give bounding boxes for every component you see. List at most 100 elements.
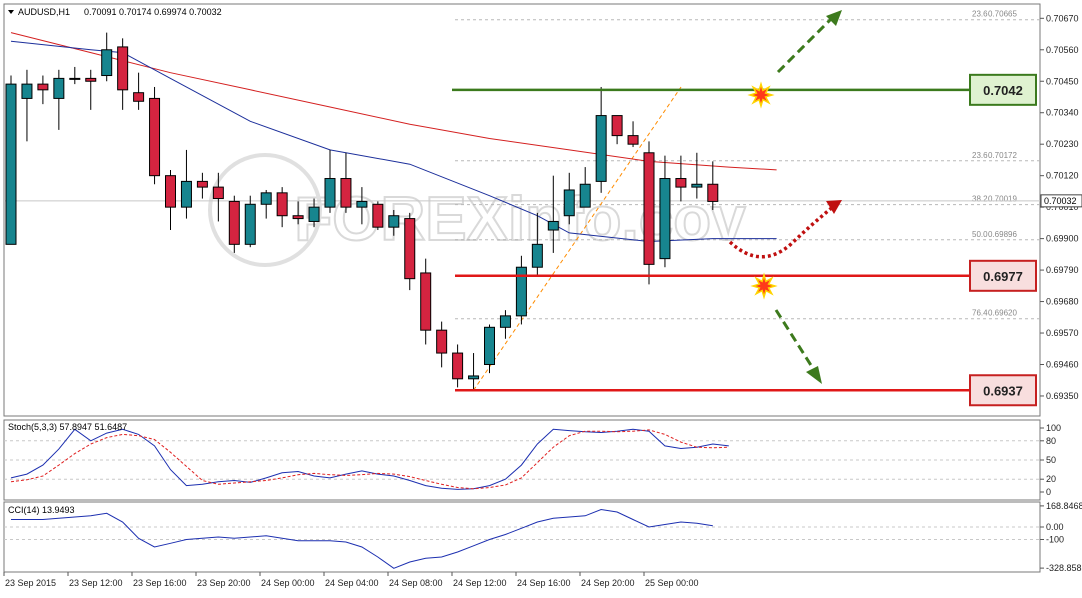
- candle-body: [579, 183, 591, 208]
- price-tick-label: 0.70450: [1046, 76, 1079, 86]
- stochastic-tick-label: 80: [1046, 436, 1056, 446]
- candle-body: [101, 49, 113, 77]
- candle-body: [340, 178, 352, 208]
- candle-body: [212, 186, 224, 200]
- candle-body: [484, 326, 495, 365]
- fib-level-label: 50.0: [972, 230, 988, 239]
- fib-level-price: 0.70172: [988, 151, 1017, 160]
- fib-level-label: 23.6: [972, 10, 988, 19]
- candle-body: [499, 315, 511, 328]
- candle-body: [388, 215, 400, 228]
- trading-chart: FOREXinfo.cov0.706700.705600.704500.7034…: [3, 3, 1082, 588]
- candle-body: [292, 215, 304, 220]
- fib-level-price: 0.69620: [988, 309, 1017, 318]
- candle-body: [595, 115, 607, 182]
- candle-body: [515, 266, 527, 317]
- current-price-label: 0.70032: [1044, 196, 1077, 206]
- candle-body: [69, 77, 81, 80]
- fib-level-label: 23.6: [972, 151, 988, 160]
- time-tick-label: 24 Sep 08:00: [389, 578, 443, 588]
- candle-body: [196, 180, 208, 188]
- candle-body: [436, 329, 448, 354]
- candle-body: [547, 220, 559, 231]
- price-tick-label: 0.70230: [1046, 139, 1079, 149]
- candle-body: [675, 178, 687, 188]
- price-tick-label: 0.69790: [1046, 265, 1079, 275]
- price-tick-label: 0.70670: [1046, 13, 1079, 23]
- price-tick-label: 0.70560: [1046, 45, 1079, 55]
- candle-body: [531, 243, 543, 268]
- stochastic-tick-label: 20: [1046, 474, 1056, 484]
- candle-body: [356, 200, 368, 208]
- time-tick-label: 23 Sep 2015: [5, 578, 56, 588]
- candle-body: [149, 97, 161, 177]
- candle-body: [117, 46, 129, 91]
- stochastic-label: Stoch(5,3,3) 57.8947 51.6487: [8, 422, 127, 432]
- candle-body: [420, 272, 432, 331]
- candle-body: [691, 183, 703, 188]
- candle-body: [404, 218, 416, 280]
- cci-panel: [3, 501, 1041, 573]
- price-tick-label: 0.69570: [1046, 328, 1079, 338]
- candle-body: [659, 178, 671, 260]
- stochastic-tick-label: 0: [1046, 487, 1051, 497]
- candle-body: [21, 83, 33, 99]
- support-1-label: 0.6977: [983, 269, 1023, 284]
- burst-icon: [747, 81, 775, 109]
- candle-body: [611, 115, 623, 137]
- time-tick-label: 25 Sep 00:00: [645, 578, 699, 588]
- candle-body: [308, 206, 320, 222]
- cci-tick-label: -100: [1046, 535, 1064, 545]
- resistance-label: 0.7042: [983, 83, 1023, 98]
- time-tick-label: 23 Sep 20:00: [197, 578, 251, 588]
- candle-body: [563, 189, 575, 217]
- fib-level-price: 0.70019: [988, 195, 1017, 204]
- cci-tick-label: 0.00: [1046, 522, 1064, 532]
- candle-body: [228, 200, 240, 245]
- fib-level-price: 0.70665: [988, 10, 1017, 19]
- time-tick-label: 23 Sep 12:00: [69, 578, 123, 588]
- candle-body: [276, 192, 288, 217]
- time-tick-label: 23 Sep 16:00: [133, 578, 187, 588]
- price-tick-label: 0.69680: [1046, 297, 1079, 307]
- ohlc-values: 0.70091 0.70174 0.69974 0.70032: [84, 7, 222, 17]
- candle-body: [244, 203, 256, 245]
- time-tick-label: 24 Sep 00:00: [261, 578, 315, 588]
- candle-body: [707, 183, 719, 202]
- candle-body: [37, 83, 49, 91]
- fib-level-price: 0.69896: [988, 230, 1017, 239]
- cci-tick-label: -328.8585: [1046, 563, 1082, 573]
- candle-body: [85, 77, 97, 82]
- time-tick-label: 24 Sep 04:00: [325, 578, 379, 588]
- time-tick-label: 24 Sep 20:00: [581, 578, 635, 588]
- candle-body: [53, 77, 65, 99]
- candle-body: [468, 375, 480, 380]
- price-tick-label: 0.69460: [1046, 360, 1079, 370]
- candle-body: [133, 92, 145, 102]
- price-tick-label: 0.70120: [1046, 171, 1079, 181]
- stochastic-tick-label: 100: [1046, 423, 1061, 433]
- candle-body: [452, 352, 464, 380]
- candle-body: [643, 152, 655, 265]
- burst-icon: [750, 272, 778, 300]
- cci-tick-label: 168.8468: [1046, 501, 1082, 511]
- candle-body: [5, 83, 17, 245]
- candle-body: [180, 180, 192, 208]
- price-tick-label: 0.69900: [1046, 234, 1079, 244]
- price-tick-label: 0.69350: [1046, 391, 1079, 401]
- time-tick-label: 24 Sep 12:00: [453, 578, 507, 588]
- chart-container: FOREXinfo.cov 0.70670 0.70560 0.70450 0.7034…: [0, 0, 1082, 593]
- fib-level-label: 76.4: [972, 309, 988, 318]
- candle-body: [324, 178, 336, 208]
- support-2-label: 0.6937: [983, 383, 1023, 398]
- cci-label: CCI(14) 13.9493: [8, 505, 75, 515]
- candle-body: [372, 203, 384, 228]
- candle-body: [260, 192, 272, 205]
- fib-level-label: 38.2: [972, 195, 988, 204]
- stochastic-tick-label: 50: [1046, 455, 1056, 465]
- time-tick-label: 24 Sep 16:00: [517, 578, 571, 588]
- price-tick-label: 0.70340: [1046, 108, 1079, 118]
- candle-body: [627, 135, 639, 145]
- symbol-label: AUDUSD,H1: [18, 7, 70, 17]
- candle-body: [165, 175, 176, 208]
